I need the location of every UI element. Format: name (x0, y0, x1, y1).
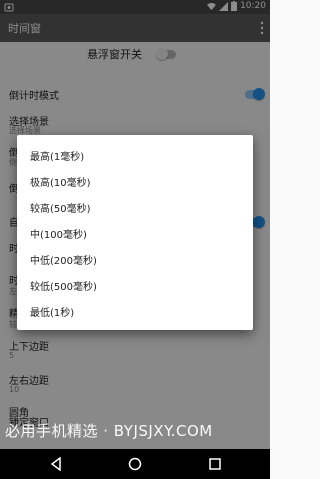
home-icon[interactable] (128, 457, 142, 471)
navigation-bar (0, 449, 270, 479)
precision-option-medium-low[interactable]: 中低(200毫秒) (17, 246, 253, 272)
precision-dialog: 最高(1毫秒) 极高(10毫秒) 较高(50毫秒) 中(100毫秒) 中低(20… (17, 135, 253, 330)
precision-option-lowest[interactable]: 最低(1秒) (17, 298, 253, 324)
precision-option-medium[interactable]: 中(100毫秒) (17, 220, 253, 246)
precision-option-highest[interactable]: 最高(1毫秒) (17, 142, 253, 168)
precision-option-very-high[interactable]: 极高(10毫秒) (17, 168, 253, 194)
back-icon[interactable] (50, 457, 64, 471)
watermark-text: 必用手机精选 · BYJSJXY.COM (5, 422, 213, 440)
recents-icon[interactable] (208, 457, 222, 471)
precision-option-high[interactable]: 较高(50毫秒) (17, 194, 253, 220)
precision-option-low[interactable]: 较低(500毫秒) (17, 272, 253, 298)
